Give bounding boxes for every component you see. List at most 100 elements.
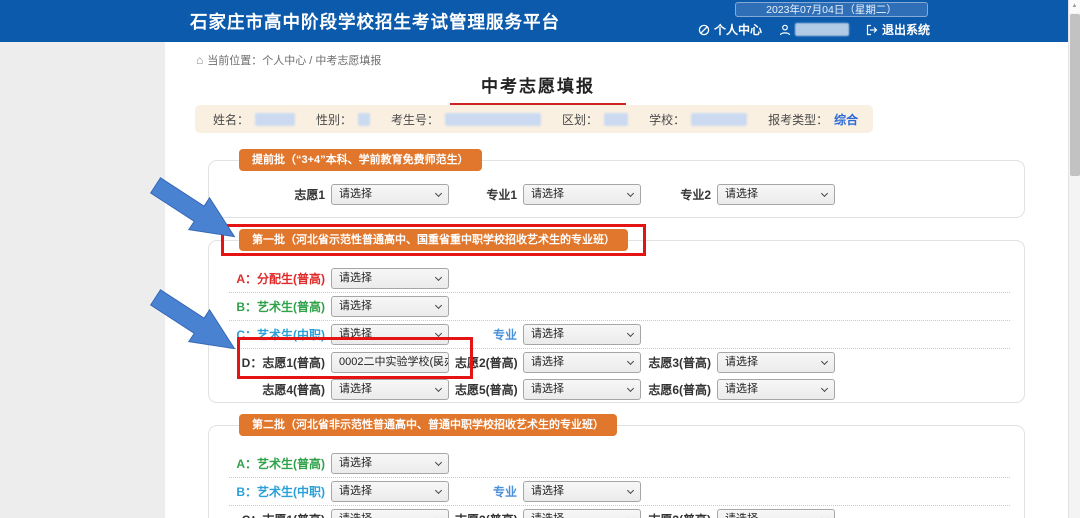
selected-value: 请选择	[531, 485, 564, 497]
header-nav: 个人中心 退出系统	[698, 21, 930, 38]
section-rows: A：艺术生(普高)请选择B：艺术生(中职)请选择专业请选择C：志愿1(普高)请选…	[209, 426, 1024, 518]
dropdown-select[interactable]: 请选择	[523, 352, 641, 373]
dropdown-select[interactable]: 请选择	[331, 268, 449, 289]
dropdown-select[interactable]: 请选择	[523, 509, 641, 518]
field-label: 志愿2(普高)	[455, 511, 517, 518]
breadcrumb: ⌂ 当前位置：个人中心 / 中考志愿填报	[196, 52, 381, 68]
selected-value: 请选择	[339, 300, 372, 312]
dropdown-select[interactable]: 请选择	[523, 481, 641, 502]
section-first-batch: 第一批（河北省示范性普通高中、国重省重中职学校招收艺术生的专业班） A：分配生(…	[208, 240, 1025, 403]
dropdown-select[interactable]: 请选择	[717, 184, 835, 205]
dropdown-select[interactable]: 请选择	[717, 352, 835, 373]
section-advance-batch: 提前批（“3+4”本科、学前教育免费师范生） 志愿1请选择专业1请选择专业2请选…	[208, 160, 1025, 218]
redacted-username	[795, 23, 849, 36]
dropdown-select[interactable]: 请选择	[331, 324, 449, 345]
dropdown-select[interactable]: 请选择	[717, 379, 835, 400]
date-display: 2023年07月04日（星期二）	[735, 2, 928, 17]
logout-link[interactable]: 退出系统	[866, 21, 930, 38]
section-badge-wrap: 第一批（河北省示范性普通高中、国重省重中职学校招收艺术生的专业班）	[221, 224, 646, 256]
chevron-down-icon	[435, 330, 442, 337]
page-title-block: 中考志愿填报	[450, 72, 626, 107]
chevron-down-icon	[627, 190, 634, 197]
exam-application-page: 石家庄市高中阶段学校招生考试管理服务平台 2023年07月04日（星期二） 个人…	[0, 0, 1080, 518]
form-row: B：艺术生(普高) 请选择	[209, 293, 1024, 320]
personal-center-label: 个人中心	[714, 21, 762, 38]
person-icon	[779, 24, 791, 36]
scrollbar-thumb[interactable]	[1070, 14, 1080, 176]
chevron-down-icon	[435, 385, 442, 392]
dropdown-select[interactable]: 请选择	[523, 324, 641, 345]
redacted-value	[358, 113, 370, 126]
compass-icon	[698, 24, 710, 36]
logout-icon	[866, 24, 878, 36]
redacted-value	[255, 113, 295, 126]
dropdown-select[interactable]: 请选择	[331, 296, 449, 317]
field-label: 专业2	[647, 186, 711, 203]
info-field-school: 学校：	[649, 111, 747, 128]
field-label: B：艺术生(普高)	[229, 298, 325, 315]
chevron-down-icon	[821, 358, 828, 365]
dropdown-select[interactable]: 请选择	[331, 184, 449, 205]
selected-value: 请选择	[339, 188, 372, 200]
selected-value: 请选择	[531, 328, 564, 340]
section-badge: 第一批（河北省示范性普通高中、国重省重中职学校招收艺术生的专业班）	[239, 229, 628, 251]
selected-value: 请选择	[725, 513, 758, 518]
form-row: 志愿4(普高)请选择志愿5(普高)请选择志愿6(普高)请选择	[209, 376, 1024, 403]
chevron-down-icon	[435, 274, 442, 281]
field-label: A：分配生(普高)	[229, 270, 325, 287]
dropdown-select[interactable]: 请选择	[331, 481, 449, 502]
chevron-down-icon	[435, 487, 442, 494]
form-row: A：分配生(普高) 请选择	[209, 265, 1024, 292]
dropdown-select[interactable]: 请选择	[331, 379, 449, 400]
form-row: 志愿1请选择专业1请选择专业2请选择	[209, 181, 1024, 208]
selected-value: 请选择	[531, 188, 564, 200]
logout-label: 退出系统	[882, 21, 930, 38]
form-row: D：志愿1(普高)0002二中实验学校(民办收费志愿2(普高)请选择志愿3(普高…	[209, 349, 1024, 376]
form-row: A：艺术生(普高) 请选择	[209, 450, 1024, 477]
field-label: A：艺术生(普高)	[229, 455, 325, 472]
info-field-apply-type: 报考类型：综合	[768, 111, 858, 128]
personal-center-link[interactable]: 个人中心	[698, 21, 762, 38]
chevron-down-icon	[435, 190, 442, 197]
selected-value: 0002二中实验学校(民办收费	[339, 356, 449, 368]
selected-value: 请选择	[531, 383, 564, 395]
field-label: 区划：	[562, 111, 598, 128]
form-row: B：艺术生(中职)请选择专业请选择	[209, 478, 1024, 505]
section-badge-wrap: 提前批（“3+4”本科、学前教育免费师范生）	[239, 149, 482, 171]
dropdown-select[interactable]: 0002二中实验学校(民办收费	[331, 352, 449, 373]
field-label: 考生号：	[391, 111, 439, 128]
field-label: 专业	[455, 483, 517, 500]
field-label: 姓名：	[213, 111, 249, 128]
dropdown-select[interactable]: 请选择	[717, 509, 835, 518]
chevron-down-icon	[627, 330, 634, 337]
section-badge: 第二批（河北省非示范性普通高中、普通中职学校招收艺术生的专业班）	[239, 414, 617, 436]
dropdown-select[interactable]: 请选择	[331, 453, 449, 474]
field-label: 专业1	[455, 186, 517, 203]
field-label: 志愿4(普高)	[229, 381, 325, 398]
info-field-gender: 性别：	[316, 111, 370, 128]
selected-value: 请选择	[725, 383, 758, 395]
redacted-value	[604, 113, 628, 126]
chevron-down-icon	[821, 190, 828, 197]
section-second-batch: 第二批（河北省非示范性普通高中、普通中职学校招收艺术生的专业班） A：艺术生(普…	[208, 425, 1025, 518]
dropdown-select[interactable]: 请选择	[523, 184, 641, 205]
selected-value: 请选择	[531, 356, 564, 368]
info-field-district: 区划：	[562, 111, 628, 128]
chevron-down-icon	[435, 459, 442, 466]
field-label: 专业	[455, 326, 517, 343]
field-label: C：志愿1(普高)	[229, 511, 325, 518]
selected-value: 请选择	[339, 513, 372, 518]
user-account[interactable]	[779, 23, 849, 36]
scroll-up-icon[interactable]: ▲	[1069, 0, 1080, 13]
section-badge: 提前批（“3+4”本科、学前教育免费师范生）	[239, 149, 482, 171]
app-title: 石家庄市高中阶段学校招生考试管理服务平台	[190, 0, 560, 42]
field-label: 学校：	[649, 111, 685, 128]
chevron-down-icon	[627, 487, 634, 494]
dropdown-select[interactable]: 请选择	[523, 379, 641, 400]
field-label: 志愿3(普高)	[647, 354, 711, 371]
dropdown-select[interactable]: 请选择	[331, 509, 449, 518]
field-label: 志愿3(普高)	[647, 511, 711, 518]
form-row: C：志愿1(普高)请选择志愿2(普高)请选择志愿3(普高)请选择	[209, 506, 1024, 518]
vertical-scrollbar[interactable]: ▲	[1068, 0, 1080, 518]
home-icon: ⌂	[196, 53, 203, 67]
